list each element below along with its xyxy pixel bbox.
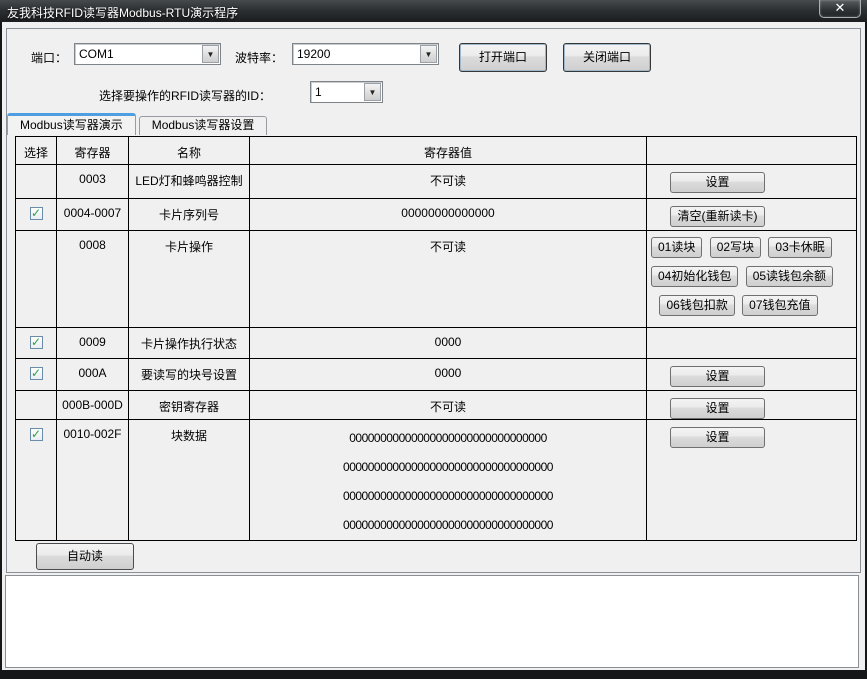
port-select[interactable]: COM1 ▼	[74, 43, 221, 65]
name-cell: 卡片操作	[129, 231, 250, 328]
write-block-button[interactable]: 02写块	[710, 237, 761, 258]
open-port-button[interactable]: 打开端口	[459, 43, 547, 72]
name-cell: LED灯和蜂鸣器控制	[129, 165, 250, 199]
select-cell: ✓	[16, 199, 57, 231]
port-label: 端口：	[31, 49, 67, 66]
read-wallet-balance-button[interactable]: 05读钱包余额	[746, 266, 833, 287]
row-checkbox[interactable]: ✓	[30, 207, 43, 220]
set-button[interactable]: 设置	[670, 172, 765, 193]
select-cell: ✓	[16, 328, 57, 359]
set-button[interactable]: 设置	[670, 366, 765, 387]
table-row: 0003 LED灯和蜂鸣器控制 不可读 设置	[16, 165, 857, 199]
row-checkbox[interactable]: ✓	[30, 428, 43, 441]
value-cell: 00000000000000000000000000000000 0000000…	[250, 420, 647, 541]
window-title: 友我科技RFID读写器Modbus-RTU演示程序	[7, 4, 238, 21]
block-data-line: 00000000000000000000000000000000	[252, 424, 644, 453]
close-window-button[interactable]: ✕	[819, 0, 861, 18]
register-cell: 0008	[57, 231, 129, 328]
value-cell: 00000000000000	[250, 199, 647, 231]
block-data-line: 0000000000000000000000000000000000	[252, 511, 644, 540]
table-row: 0008 卡片操作 不可读 01读块 02写块 03卡休眠 04初始化钱包 05…	[16, 231, 857, 328]
init-wallet-button[interactable]: 04初始化钱包	[651, 266, 738, 287]
row-checkbox[interactable]: ✓	[30, 336, 43, 349]
actions-cell	[647, 328, 857, 359]
name-cell: 块数据	[129, 420, 250, 541]
port-selected-value: COM1	[79, 47, 200, 61]
register-cell: 0004-0007	[57, 199, 129, 231]
log-output-area[interactable]	[5, 575, 859, 668]
table-header-row: 选择 寄存器 名称 寄存器值	[16, 137, 857, 165]
card-sleep-button[interactable]: 03卡休眠	[768, 237, 831, 258]
table-row: 000B-000D 密钥寄存器 不可读 设置	[16, 391, 857, 420]
chevron-down-icon[interactable]: ▼	[420, 45, 437, 63]
name-cell: 卡片操作执行状态	[129, 328, 250, 359]
value-cell: 不可读	[250, 231, 647, 328]
tab-strip: Modbus读写器演示 Modbus读写器设置	[7, 113, 270, 135]
clear-reread-button[interactable]: 清空(重新读卡)	[670, 206, 765, 227]
select-cell	[16, 391, 57, 420]
block-data-line: 0000000000000000000000000000000000	[252, 453, 644, 482]
wallet-deduct-button[interactable]: 06钱包扣款	[659, 295, 734, 316]
actions-cell: 设置	[647, 359, 857, 391]
table-row: ✓ 0010-002F 块数据 000000000000000000000000…	[16, 420, 857, 541]
auto-read-button[interactable]: 自动读	[36, 543, 134, 570]
tab-modbus-settings[interactable]: Modbus读写器设置	[139, 116, 268, 135]
reader-id-select[interactable]: 1 ▼	[310, 81, 383, 103]
baud-select[interactable]: 19200 ▼	[292, 43, 439, 65]
row-checkbox[interactable]: ✓	[30, 367, 43, 380]
read-block-button[interactable]: 01读块	[651, 237, 702, 258]
select-cell: ✓	[16, 359, 57, 391]
table-row: ✓ 000A 要读写的块号设置 0000 设置	[16, 359, 857, 391]
set-button[interactable]: 设置	[670, 398, 765, 419]
register-table: 选择 寄存器 名称 寄存器值 0003 LED灯和蜂鸣器控制 不可读 设置 ✓	[15, 136, 857, 541]
set-button[interactable]: 设置	[670, 427, 765, 448]
window-client-area: 端口： COM1 ▼ 波特率： 19200 ▼ 打开端口 关闭端口 选择要操作的…	[2, 22, 865, 670]
header-select: 选择	[16, 137, 57, 165]
select-cell	[16, 231, 57, 328]
header-actions	[647, 137, 857, 165]
value-cell: 不可读	[250, 165, 647, 199]
actions-cell: 01读块 02写块 03卡休眠 04初始化钱包 05读钱包余额 06钱包扣款 0…	[647, 231, 857, 328]
block-data-line: 0000000000000000000000000000000000	[252, 482, 644, 511]
name-cell: 要读写的块号设置	[129, 359, 250, 391]
table-row: ✓ 0004-0007 卡片序列号 00000000000000 清空(重新读卡…	[16, 199, 857, 231]
select-cell: ✓	[16, 420, 57, 541]
register-cell: 000B-000D	[57, 391, 129, 420]
register-cell: 0009	[57, 328, 129, 359]
select-cell	[16, 165, 57, 199]
table-row: ✓ 0009 卡片操作执行状态 0000	[16, 328, 857, 359]
chevron-down-icon[interactable]: ▼	[202, 45, 219, 63]
register-cell: 0003	[57, 165, 129, 199]
baud-selected-value: 19200	[297, 47, 418, 61]
close-port-button[interactable]: 关闭端口	[563, 43, 651, 72]
chevron-down-icon[interactable]: ▼	[364, 83, 381, 101]
baud-label: 波特率：	[235, 49, 283, 66]
actions-cell: 清空(重新读卡)	[647, 199, 857, 231]
register-cell: 0010-002F	[57, 420, 129, 541]
value-cell: 不可读	[250, 391, 647, 420]
actions-cell: 设置	[647, 165, 857, 199]
actions-cell: 设置	[647, 391, 857, 420]
header-value: 寄存器值	[250, 137, 647, 165]
title-bar: 友我科技RFID读写器Modbus-RTU演示程序 ✕	[0, 0, 867, 22]
value-cell: 0000	[250, 359, 647, 391]
main-panel: 端口： COM1 ▼ 波特率： 19200 ▼ 打开端口 关闭端口 选择要操作的…	[6, 28, 861, 573]
tab-modbus-demo[interactable]: Modbus读写器演示	[7, 113, 136, 135]
wallet-recharge-button[interactable]: 07钱包充值	[742, 295, 817, 316]
header-register: 寄存器	[57, 137, 129, 165]
register-cell: 000A	[57, 359, 129, 391]
value-cell: 0000	[250, 328, 647, 359]
header-name: 名称	[129, 137, 250, 165]
reader-id-selected-value: 1	[315, 85, 362, 99]
reader-id-label: 选择要操作的RFID读写器的ID：	[99, 87, 271, 104]
name-cell: 卡片序列号	[129, 199, 250, 231]
name-cell: 密钥寄存器	[129, 391, 250, 420]
actions-cell: 设置	[647, 420, 857, 541]
